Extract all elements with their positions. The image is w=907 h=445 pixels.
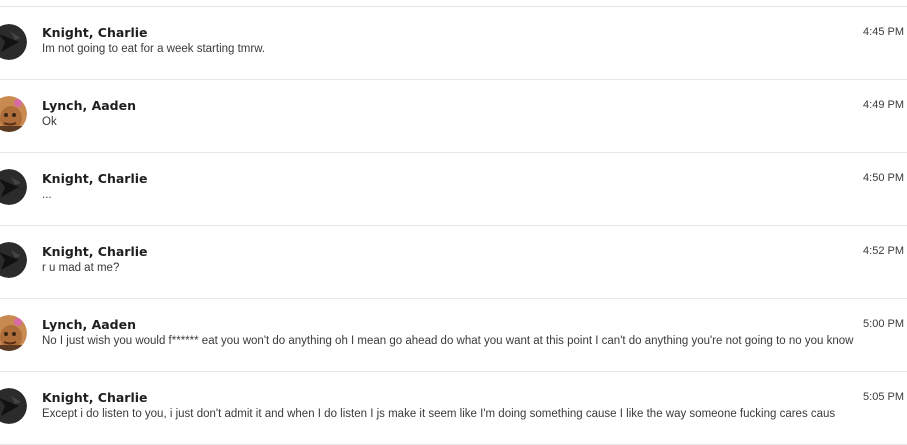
message-text: Im not going to eat for a week starting … xyxy=(42,43,266,55)
message-text: r u mad at me? xyxy=(42,262,120,274)
timestamp: 4:52 PM xyxy=(863,245,904,257)
sender-name: Knight, Charlie xyxy=(42,171,148,186)
sender-name: Lynch, Aaden xyxy=(42,98,137,113)
timestamp: 4:50 PM xyxy=(863,172,904,184)
timestamp: 4:49 PM xyxy=(863,99,904,111)
photo-avatar[interactable] xyxy=(0,96,27,132)
dark-avatar[interactable] xyxy=(0,169,27,205)
message-item[interactable]: Lynch, Aaden Ok 4:49 PM xyxy=(0,80,907,153)
sender-name: Lynch, Aaden xyxy=(42,317,137,332)
message-item[interactable]: Knight, Charlie r u mad at me? 4:52 PM xyxy=(0,226,907,299)
photo-avatar[interactable] xyxy=(0,315,27,351)
dark-avatar[interactable] xyxy=(0,388,27,424)
message-text: Ok xyxy=(42,116,57,128)
sender-name: Knight, Charlie xyxy=(42,25,148,40)
dark-avatar[interactable] xyxy=(0,24,27,60)
sender-name: Knight, Charlie xyxy=(42,244,148,259)
message-item[interactable]: Knight, Charlie Im not going to eat for … xyxy=(0,7,907,80)
timestamp: 5:00 PM xyxy=(863,318,904,330)
message-item[interactable]: Knight, Charlie Except i do listen to yo… xyxy=(0,372,907,445)
message-item[interactable]: Knight, Charlie ... 4:50 PM xyxy=(0,153,907,226)
sender-name: Knight, Charlie xyxy=(42,390,148,405)
message-text: ... xyxy=(42,189,52,201)
timestamp: 5:05 PM xyxy=(863,391,904,403)
message-text: Except i do listen to you, i just don't … xyxy=(42,408,836,420)
timestamp: 4:45 PM xyxy=(863,26,904,38)
message-text: No I just wish you would f****** eat you… xyxy=(42,335,854,347)
message-item[interactable]: Lynch, Aaden No I just wish you would f*… xyxy=(0,299,907,372)
message-thread: Knight, Charlie Im not going to eat for … xyxy=(0,0,907,445)
dark-avatar[interactable] xyxy=(0,242,27,278)
